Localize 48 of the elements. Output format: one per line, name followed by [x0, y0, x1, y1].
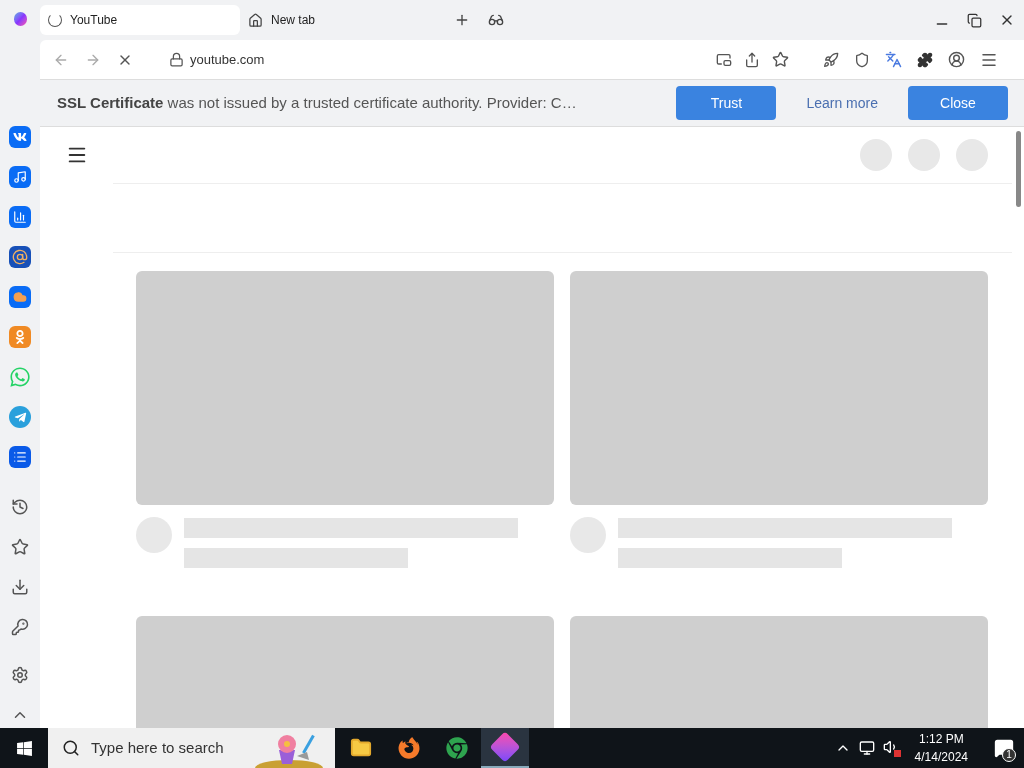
picture-in-picture-icon[interactable] — [716, 51, 732, 68]
windows-logo-icon — [15, 739, 33, 757]
mail-icon[interactable] — [9, 246, 31, 268]
new-tab-icon[interactable] — [454, 12, 470, 28]
settings-icon[interactable] — [11, 666, 29, 684]
incognito-icon[interactable] — [488, 12, 504, 28]
notifications-button[interactable]: 1 — [984, 728, 1024, 768]
browser-taskbar-icon[interactable] — [481, 728, 529, 768]
music-icon[interactable] — [9, 166, 31, 188]
rocket-icon[interactable] — [823, 51, 839, 68]
browser-tab[interactable]: New tab — [240, 5, 440, 35]
chart-icon[interactable] — [9, 206, 31, 228]
key-icon[interactable] — [11, 618, 29, 636]
learn-more-link[interactable]: Learn more — [802, 92, 882, 114]
search-icon — [62, 739, 80, 757]
profile-icon[interactable] — [948, 51, 965, 68]
tab-title: YouTube — [70, 12, 118, 29]
list-icon[interactable] — [9, 446, 31, 468]
scrollbar-thumb[interactable] — [1015, 131, 1021, 207]
history-icon[interactable] — [11, 498, 29, 516]
warning-message: SSL Certificate was not issued by a trusted certificate authority. Provider: C… — [57, 92, 577, 113]
search-input[interactable]: Type here to search — [91, 736, 261, 760]
url-text: youtube.com — [190, 50, 265, 69]
share-icon[interactable] — [744, 51, 760, 68]
taskbar-search-field[interactable]: Type here to search — [48, 728, 335, 768]
bookmarks-icon[interactable] — [11, 538, 29, 556]
bookmark-star-icon[interactable] — [772, 51, 789, 68]
notification-count: 1 — [1002, 748, 1016, 762]
translate-icon[interactable] — [885, 51, 902, 68]
clock-time: 1:12 PM — [918, 731, 964, 748]
lock-icon — [169, 52, 184, 67]
download-icon[interactable] — [11, 578, 29, 596]
shield-icon[interactable] — [854, 51, 870, 68]
home-icon — [248, 12, 263, 28]
clock-date: 4/14/2024 — [914, 749, 968, 766]
tab-title: New tab — [271, 12, 316, 29]
restore-icon[interactable] — [967, 12, 982, 28]
browser-tab[interactable]: YouTube — [40, 5, 240, 35]
vk-icon[interactable] — [9, 126, 31, 148]
infobar-button[interactable]: Trust — [676, 86, 777, 120]
telegram-icon[interactable] — [9, 406, 31, 428]
browser-logo-icon[interactable] — [13, 12, 27, 26]
cloud-icon[interactable] — [9, 286, 31, 308]
address-field[interactable]: youtube.com — [169, 45, 709, 74]
network-icon[interactable] — [858, 740, 875, 756]
extensions-icon[interactable] — [917, 51, 933, 68]
volume-muted-icon[interactable] — [882, 739, 901, 757]
infobar-button[interactable]: Close — [908, 86, 1008, 120]
